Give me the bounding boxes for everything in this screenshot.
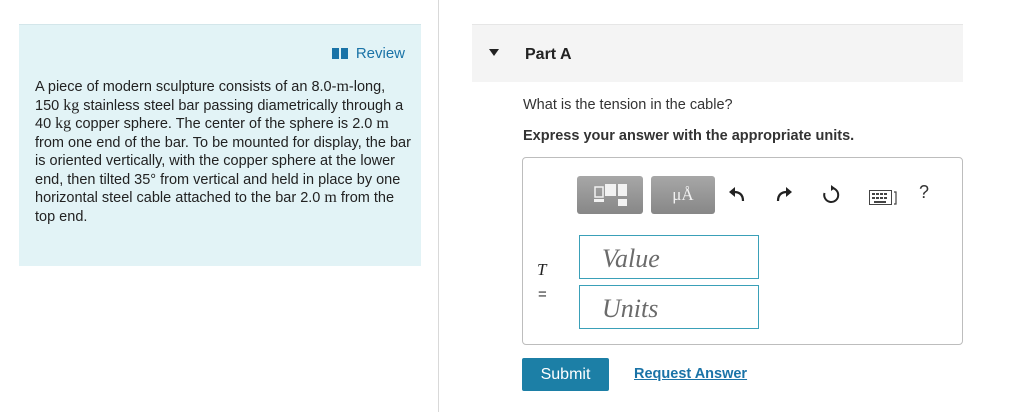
caret-down-icon[interactable]: [489, 49, 499, 56]
symbols-label: μÅ: [672, 185, 694, 204]
keyboard-icon[interactable]: [869, 188, 897, 208]
unit-symbol: m: [336, 78, 349, 95]
review-link[interactable]: Review: [331, 45, 405, 62]
request-answer-link[interactable]: Request Answer: [634, 366, 747, 382]
symbols-button[interactable]: μÅ: [651, 176, 715, 214]
question-text: What is the tension in the cable?: [523, 97, 733, 113]
reset-icon[interactable]: [821, 185, 841, 205]
unit-symbol: kg: [55, 115, 72, 132]
instruction-text: Express your answer with the appropriate…: [523, 128, 855, 144]
unit-symbol: m: [324, 189, 337, 206]
problem-text-segment: copper sphere. The center of the sphere …: [71, 116, 377, 132]
units-input[interactable]: [579, 285, 759, 329]
redo-icon[interactable]: [774, 185, 794, 205]
templates-icon: [594, 184, 627, 206]
value-input[interactable]: [579, 235, 759, 279]
help-button[interactable]: ?: [919, 182, 929, 203]
equals-sign: =: [538, 286, 547, 303]
problem-text-segment: A piece of modern sculpture consists of …: [35, 79, 312, 95]
problem-panel: Review A piece of modern sculpture consi…: [19, 24, 421, 266]
variable-label: T: [537, 260, 547, 279]
part-title: Part A: [525, 46, 572, 63]
unit-symbol: kg: [63, 96, 80, 114]
unit-symbol: m: [376, 115, 389, 132]
review-label: Review: [355, 45, 405, 62]
templates-button[interactable]: [577, 176, 643, 214]
column-divider: [438, 0, 439, 412]
undo-icon[interactable]: [727, 185, 747, 205]
problem-text-segment: 8.0-: [311, 79, 337, 95]
answer-box: μÅ ? T =: [522, 157, 963, 345]
submit-button[interactable]: Submit: [522, 358, 609, 391]
book-icon: [331, 48, 348, 59]
problem-statement: A piece of modern sculpture consists of …: [35, 78, 411, 226]
part-a-header[interactable]: Part A: [472, 24, 963, 82]
